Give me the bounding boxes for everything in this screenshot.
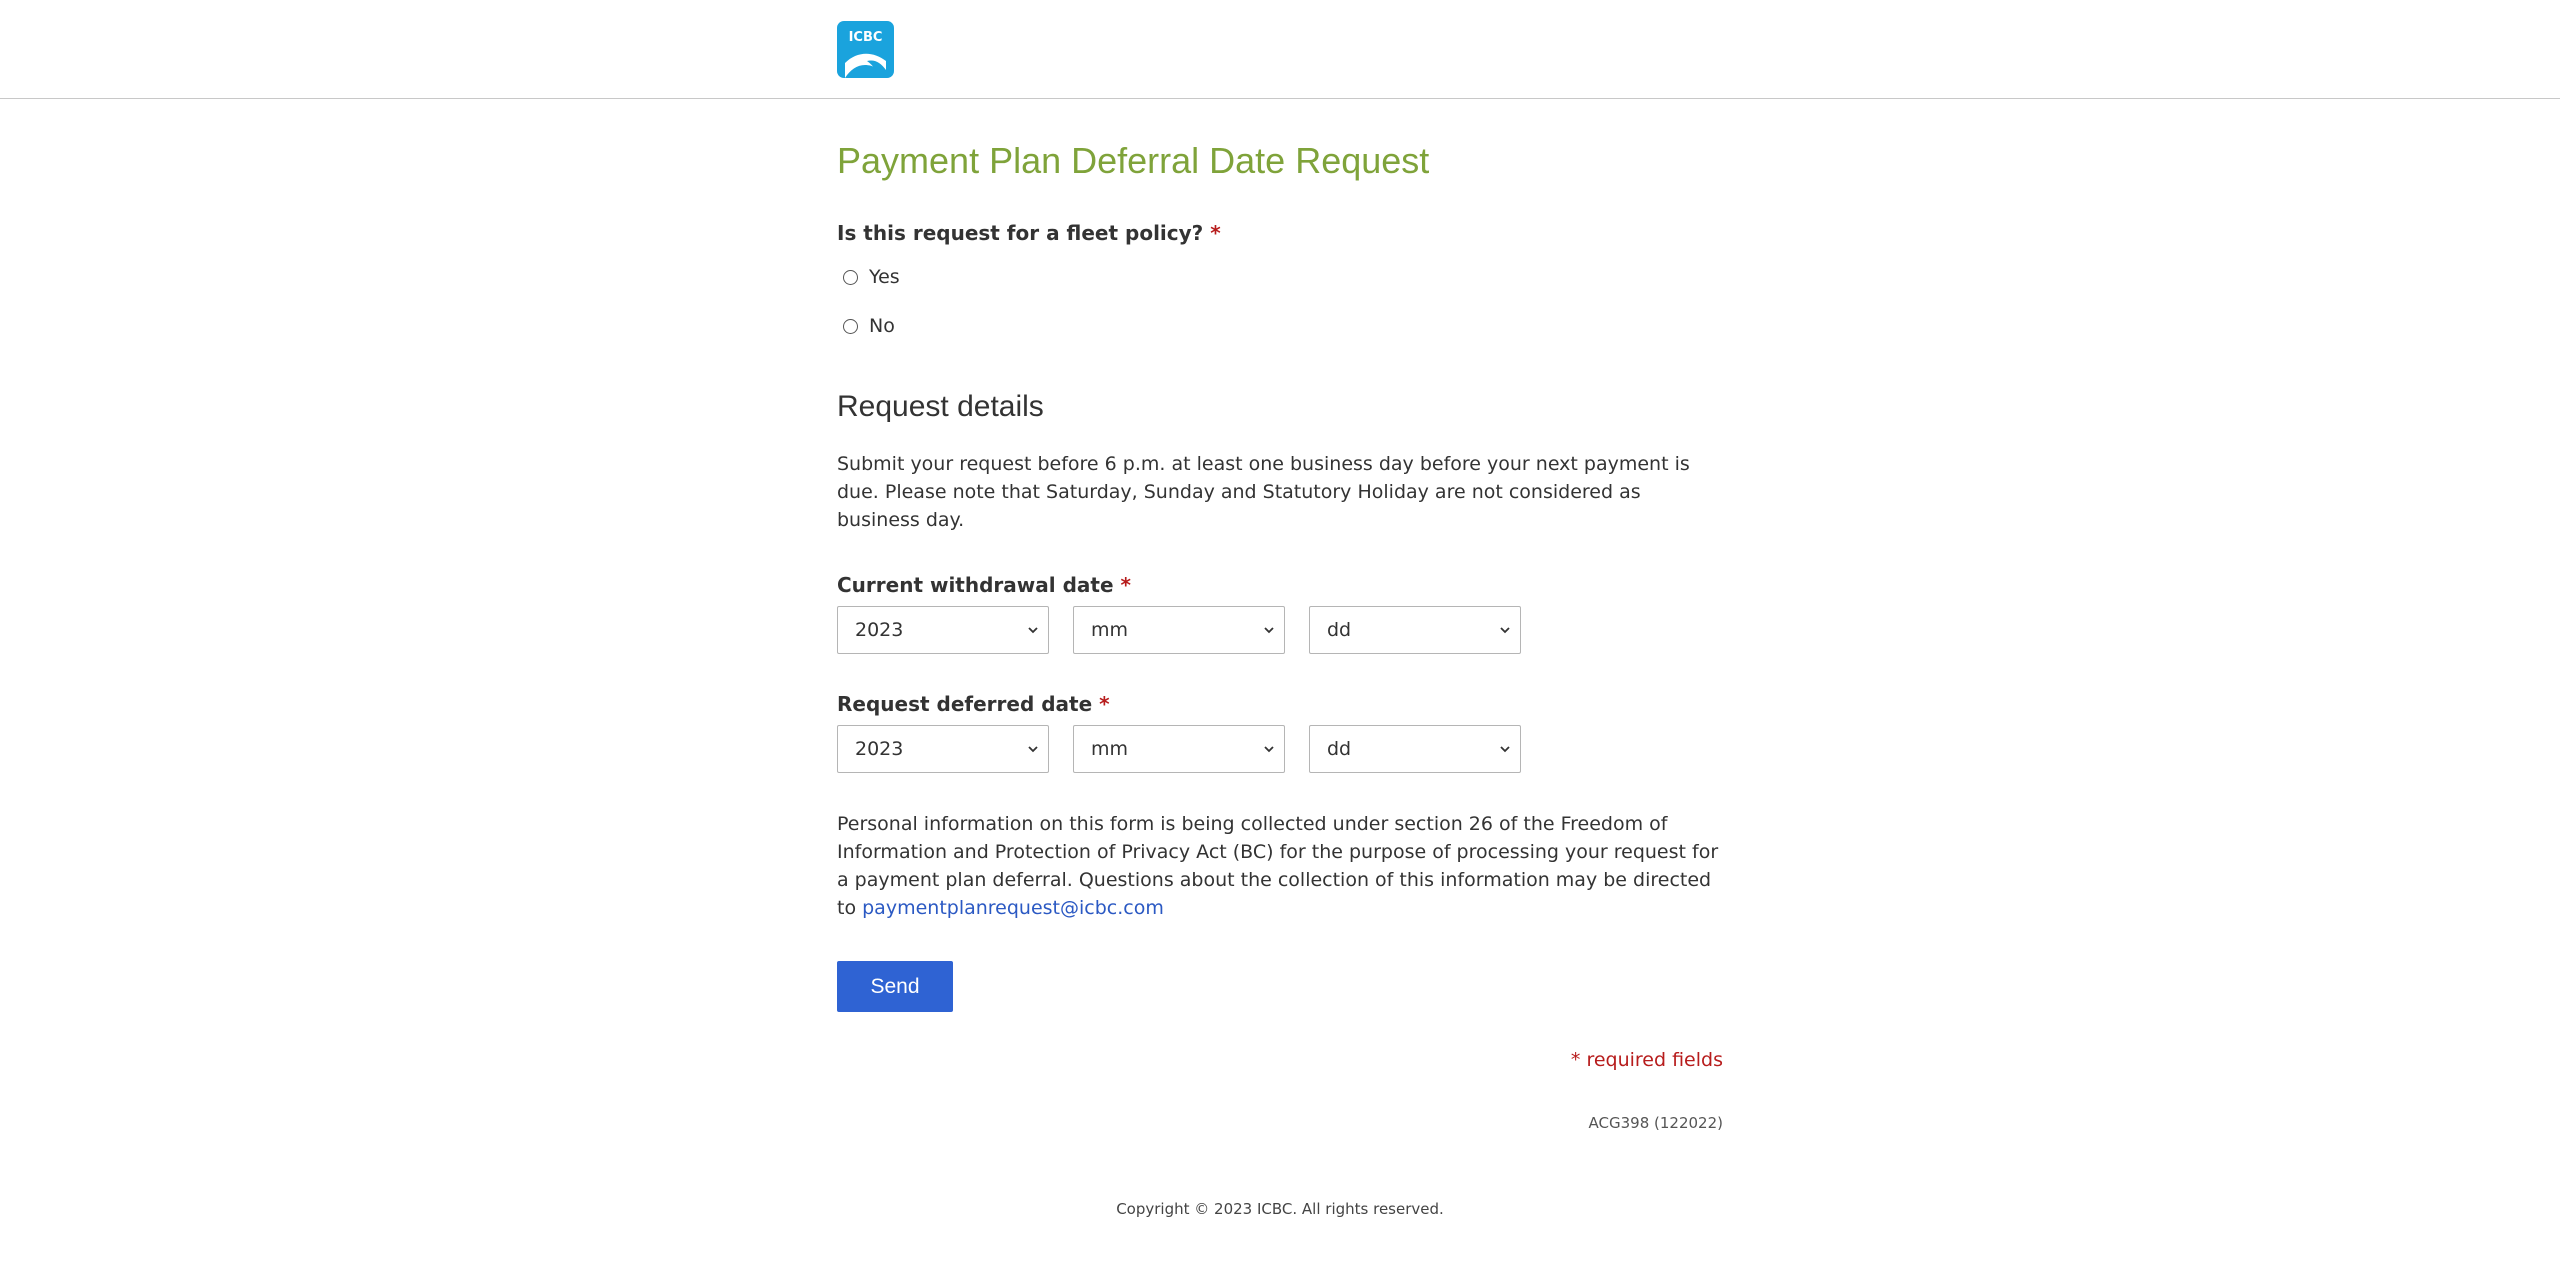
request-details-description: Submit your request before 6 p.m. at lea… (837, 453, 1690, 531)
radio-option-no[interactable]: No (843, 313, 895, 339)
current-withdrawal-month-select[interactable]: mm (1073, 606, 1285, 654)
fleet-policy-question: Is this request for a fleet policy? * (837, 220, 1221, 246)
required-mark: * (1210, 221, 1221, 245)
select-value: dd (1327, 738, 1352, 760)
current-withdrawal-label: Current withdrawal date (837, 573, 1114, 597)
current-withdrawal-day-select[interactable]: dd (1309, 606, 1521, 654)
logo-text: ICBC (849, 30, 883, 45)
chevron-down-icon (1500, 627, 1510, 634)
required-fields-note: * required fields (1570, 1049, 1723, 1071)
site-header: ICBC (0, 0, 2560, 99)
requested-deferred-question: Request deferred date * (837, 691, 1110, 717)
chevron-down-icon (1500, 746, 1510, 753)
required-mark: * (1099, 692, 1110, 716)
radio-option-yes[interactable]: Yes (843, 264, 900, 290)
select-value: 2023 (855, 738, 904, 760)
fleet-policy-label: Is this request for a fleet policy? (837, 221, 1204, 245)
footer-copyright: Copyright © 2023 ICBC. All rights reserv… (1116, 1200, 1444, 1218)
select-value: dd (1327, 619, 1352, 641)
radio-no[interactable] (843, 318, 858, 334)
requested-deferred-label: Request deferred date (837, 692, 1093, 716)
privacy-notice: Personal information on this form is bei… (837, 810, 1723, 922)
current-withdrawal-question: Current withdrawal date * (837, 572, 1131, 598)
select-value: mm (1091, 738, 1129, 760)
required-mark: * (1120, 573, 1131, 597)
chevron-down-icon (1028, 627, 1038, 634)
request-details-heading: Request details (837, 390, 1044, 423)
requested-deferred-day-select[interactable]: dd (1309, 725, 1521, 773)
requested-deferred-month-select[interactable]: mm (1073, 725, 1285, 773)
chevron-down-icon (1028, 746, 1038, 753)
radio-yes[interactable] (843, 269, 858, 285)
chevron-down-icon (1264, 627, 1274, 634)
page-title: Payment Plan Deferral Date Request (837, 140, 1430, 181)
send-button[interactable]: Send (837, 961, 953, 1012)
privacy-email-link[interactable]: paymentplanrequest@icbc.com (862, 897, 1164, 919)
radio-no-label[interactable]: No (869, 315, 895, 337)
select-value: 2023 (855, 619, 904, 641)
radio-yes-label[interactable]: Yes (869, 266, 900, 288)
icbc-logo[interactable]: ICBC (837, 21, 894, 78)
select-value: mm (1091, 619, 1129, 641)
chevron-down-icon (1264, 746, 1274, 753)
form-code: ACG398 (122022) (1588, 1114, 1723, 1132)
current-withdrawal-year-select[interactable]: 2023 (837, 606, 1049, 654)
requested-deferred-year-select[interactable]: 2023 (837, 725, 1049, 773)
